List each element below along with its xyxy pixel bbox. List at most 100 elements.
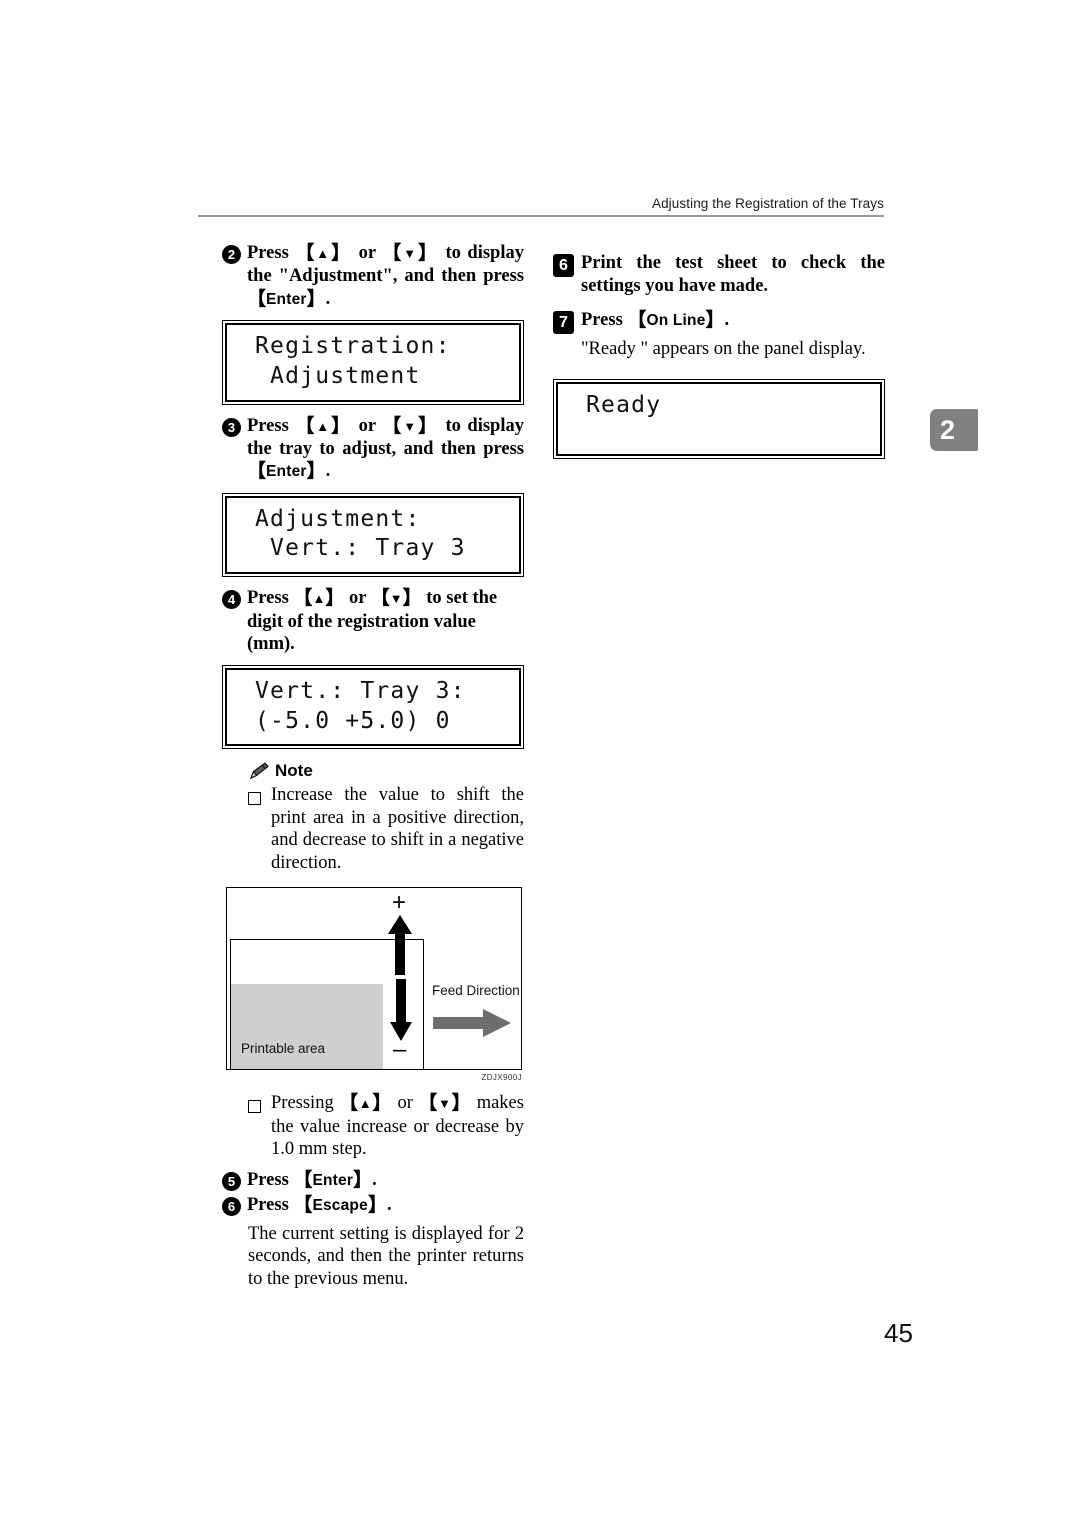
note-item: Pressing 【▲】 or 【▼】 makes the value incr… (248, 1092, 524, 1161)
lcd-line-2: Vert.: Tray 3 (255, 535, 466, 562)
note-heading: Note (248, 761, 524, 781)
step-text-part: . (325, 461, 331, 482)
step-text-part: Press (247, 588, 294, 609)
step-badge: 3 (222, 417, 241, 437)
bracket-open-icon: 【 (382, 243, 404, 264)
step-text-part: or (352, 243, 383, 263)
bracket-close-icon: 】 (331, 243, 353, 264)
bracket-close-icon: 】 (325, 588, 345, 610)
lcd-screen: Adjustment: Vert.: Tray 3 (225, 495, 521, 575)
step-text: Press 【▲】 or 【▼】 to set the digit of the… (247, 587, 524, 655)
lcd-panel-vert-tray-value: Vert.: Tray 3: (-5.0 +5.0) 0 (222, 664, 524, 750)
printable-area-block (231, 983, 383, 1069)
step-6: 6 Press 【Escape】. (222, 1194, 524, 1217)
step-badge: 6 (553, 254, 574, 277)
lcd-line-2: Adjustment (255, 362, 421, 389)
step-2: 2 Press 【▲】 or 【▼】 to display the "Adjus… (222, 242, 524, 311)
lcd-line-2 (558, 420, 880, 446)
bracket-open-icon: 【 (382, 415, 404, 437)
printable-area-figure: Printable area + – Feed Direction ZDJX90… (226, 886, 524, 1082)
enter-key-label: Enter (266, 463, 307, 481)
step-text-part: or (352, 415, 383, 436)
ready-description-paragraph: "Ready " appears on the panel display. (581, 339, 866, 360)
step-3: 3 Press 【▲】 or 【▼】 to display the tray t… (222, 415, 524, 484)
down-arrow-icon: ▼ (438, 1095, 452, 1111)
lcd-screen: Ready (556, 381, 882, 457)
step-badge: 5 (222, 1171, 241, 1191)
step-text: Press 【▲】 or 【▼】 to display the tray to … (247, 415, 524, 484)
bracket-close-icon: 】 (306, 461, 326, 483)
down-arrow-icon: ▼ (389, 591, 403, 607)
bracket-open-icon: 【 (293, 1169, 313, 1191)
bracket-open-icon: 【 (627, 310, 647, 332)
step-text-part: Press (581, 310, 628, 331)
pencil-icon (250, 762, 269, 779)
printable-area-label: Printable area (241, 1040, 326, 1056)
step-text-part: Press (247, 1169, 294, 1190)
lcd-line-2: (-5.0 +5.0) 0 (255, 707, 451, 734)
step-7-right: 7 Press 【On Line】. (553, 309, 885, 335)
step-text-part: . (372, 1169, 377, 1190)
lcd-panel-adjustment-tray: Adjustment: Vert.: Tray 3 (222, 492, 524, 578)
chapter-tab-number: 2 (940, 415, 956, 445)
bracket-open-icon: 【 (293, 588, 313, 610)
bracket-close-icon: 】 (417, 243, 439, 264)
bracket-open-icon: 【 (370, 588, 390, 610)
feed-direction-label: Feed Direction (432, 982, 520, 998)
up-arrow-icon (388, 914, 412, 975)
lcd-line-1: Registration: (255, 332, 451, 359)
minus-sign-label: – (393, 1035, 407, 1063)
step-text-part: . (386, 1194, 392, 1215)
lcd-screen: Vert.: Tray 3: (-5.0 +5.0) 0 (225, 667, 521, 747)
step-text: Press 【On Line】. (581, 309, 885, 332)
step-badge: 6 (222, 1196, 241, 1216)
step-text: Press 【Enter】. (247, 1169, 524, 1192)
bracket-close-icon: 】 (402, 588, 422, 610)
note-text-part: Pressing (271, 1092, 340, 1113)
lcd-line-1: Vert.: Tray 3: (255, 677, 466, 704)
lcd-panel-ready: Ready (553, 378, 885, 460)
step-4: 4 Press 【▲】 or 【▼】 to set the digit of t… (222, 587, 524, 655)
step-text: Press 【▲】 or 【▼】 to display the "Adjustm… (247, 242, 524, 311)
square-bullet-icon (248, 1099, 261, 1113)
step-text-part: Press (247, 243, 296, 263)
plus-sign-label: + (392, 888, 407, 916)
chapter-tab: 2 (930, 409, 978, 451)
down-arrow-icon: ▼ (403, 418, 418, 434)
bracket-open-icon: 【 (418, 1092, 438, 1114)
down-arrow-icon (390, 978, 412, 1041)
note-item-text: Pressing 【▲】 or 【▼】 makes the value incr… (271, 1092, 524, 1161)
step-text: Press 【Escape】. (247, 1194, 524, 1217)
figure-code-label: ZDJX900J (481, 1072, 522, 1082)
bracket-open-icon: 【 (293, 1194, 313, 1216)
enter-key-label: Enter (312, 1171, 354, 1189)
enter-key-label: Enter (266, 290, 307, 308)
down-arrow-icon: ▼ (403, 246, 418, 261)
up-arrow-icon: ▲ (316, 418, 332, 434)
step-text-part: Press (247, 1194, 294, 1215)
step-5: 5 Press 【Enter】. (222, 1169, 524, 1192)
bracket-close-icon: 】 (353, 1169, 373, 1191)
bracket-open-icon: 【 (247, 461, 267, 483)
bracket-close-icon: 】 (367, 1194, 387, 1216)
lcd-line-1: Adjustment: (255, 505, 421, 532)
online-key-label: On Line (646, 312, 706, 330)
up-arrow-icon: ▲ (312, 591, 326, 607)
step-badge: 4 (222, 590, 241, 610)
running-title: Adjusting the Registration of the Trays (651, 196, 884, 211)
lcd-line-1: Ready (586, 391, 662, 418)
square-bullet-icon (248, 792, 261, 806)
bracket-close-icon: 】 (372, 1092, 393, 1114)
bracket-open-icon: 【 (295, 243, 317, 264)
step-text: Print the test sheet to check the settin… (581, 253, 885, 296)
bracket-close-icon: 】 (451, 1092, 472, 1114)
header-divider (198, 215, 884, 217)
note-label: Note (275, 761, 313, 781)
note-text-part: or (392, 1092, 419, 1113)
step-badge: 2 (222, 245, 241, 264)
page-number: 45 (884, 1318, 913, 1348)
note-item: Increase the value to shift the print ar… (248, 784, 524, 874)
bracket-open-icon: 【 (247, 288, 267, 310)
step-6-right: 6 Print the test sheet to check the sett… (553, 252, 885, 297)
step-text-part: Press (247, 415, 296, 436)
